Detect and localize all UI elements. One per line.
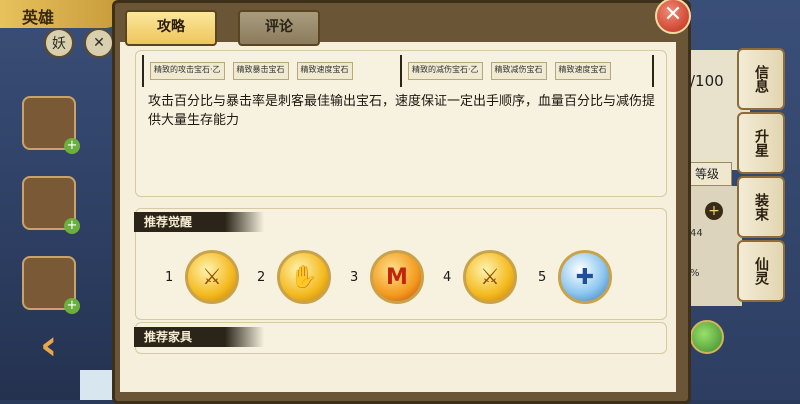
add-icon: + xyxy=(64,218,80,234)
awaken-item-2[interactable]: 2 ✋ xyxy=(257,250,331,304)
equipment-slot-2[interactable]: + xyxy=(22,176,80,234)
crossed-swords-button[interactable]: ✕ xyxy=(84,28,114,58)
medal-glyph: ✚ xyxy=(575,264,595,290)
awaken-item-5[interactable]: 5 ✚ xyxy=(538,250,612,304)
awaken-item-3[interactable]: 3 M xyxy=(350,250,424,304)
awaken-section-label: 推荐觉醒 xyxy=(134,212,264,232)
gem-label: 精致减伤宝石 xyxy=(490,62,547,80)
claw-medal-icon: ✋ xyxy=(277,250,331,304)
add-level-icon[interactable]: + xyxy=(705,202,723,220)
sword-medal-icon: ⚔ xyxy=(463,250,517,304)
medal-glyph: ⚔ xyxy=(480,264,500,290)
sword-medal-icon: ⚔ xyxy=(185,250,239,304)
awaken-number: 5 xyxy=(538,269,547,285)
furniture-section-label: 推荐家具 xyxy=(134,327,264,347)
gem-label: 精致暴击宝石 xyxy=(232,62,289,80)
strategy-description: 攻击百分比与暴击率是刺客最佳输出宝石，速度保证一定出手顺序，血量百分比与减伤提供… xyxy=(148,94,656,128)
gem-label: 精致的攻击宝石·乙 xyxy=(150,62,225,80)
top-title-text: 英雄 xyxy=(22,8,55,27)
awaken-number: 3 xyxy=(350,269,359,285)
side-tab-label: 升星 xyxy=(753,129,769,157)
tab-strategy[interactable]: 攻略 xyxy=(125,10,217,46)
back-arrow-icon[interactable]: ‹ xyxy=(40,324,80,366)
fire-m-medal-icon: M xyxy=(370,250,424,304)
yao-label: 妖 xyxy=(52,36,66,52)
right-stat-value: 44 xyxy=(690,228,703,239)
side-tab-spirit[interactable]: 仙灵 xyxy=(737,240,785,302)
gem-row-right: 精致的减伤宝石·乙 精致减伤宝石 精致速度宝石 xyxy=(408,62,611,80)
gem-row-left: 精致的攻击宝石·乙 精致暴击宝石 精致速度宝石 xyxy=(150,62,353,80)
tab-comments[interactable]: 评论 xyxy=(238,10,320,46)
bracket-middle xyxy=(400,55,406,87)
equipment-slot-1[interactable]: + xyxy=(22,96,80,154)
awaken-number: 4 xyxy=(443,269,452,285)
side-tab-label: 仙灵 xyxy=(753,257,769,285)
add-icon: + xyxy=(64,298,80,314)
crossed-swords-icon: ✕ xyxy=(93,35,105,51)
awaken-number: 1 xyxy=(165,269,174,285)
side-tab-star-up[interactable]: 升星 xyxy=(737,112,785,174)
medal-glyph: ✋ xyxy=(290,264,318,290)
side-tab-label: 信息 xyxy=(753,65,769,93)
water-cross-medal-icon: ✚ xyxy=(558,250,612,304)
side-tab-label: 装束 xyxy=(753,193,769,221)
gem-label: 精致速度宝石 xyxy=(554,62,611,80)
medal-glyph: M xyxy=(386,264,408,290)
yao-filter-button[interactable]: 妖 xyxy=(44,28,74,58)
gem-label: 精致的减伤宝石·乙 xyxy=(408,62,483,80)
right-stat-percent: % xyxy=(690,268,700,279)
side-tab-outfit[interactable]: 装束 xyxy=(737,176,785,238)
add-icon: + xyxy=(64,138,80,154)
top-title-banner: 英雄 xyxy=(0,0,120,28)
bracket-right xyxy=(652,55,658,87)
side-tab-info[interactable]: 信息 xyxy=(737,48,785,110)
awaken-item-4[interactable]: 4 ⚔ xyxy=(443,250,517,304)
level-count-text: /100 xyxy=(690,72,724,90)
green-orb-icon[interactable] xyxy=(690,320,724,354)
awaken-number: 2 xyxy=(257,269,266,285)
medal-glyph: ⚔ xyxy=(202,264,222,290)
awaken-item-1[interactable]: 1 ⚔ xyxy=(165,250,239,304)
gem-label: 精致速度宝石 xyxy=(296,62,353,80)
bracket-left xyxy=(142,55,148,87)
equipment-slot-3[interactable]: + xyxy=(22,256,80,314)
